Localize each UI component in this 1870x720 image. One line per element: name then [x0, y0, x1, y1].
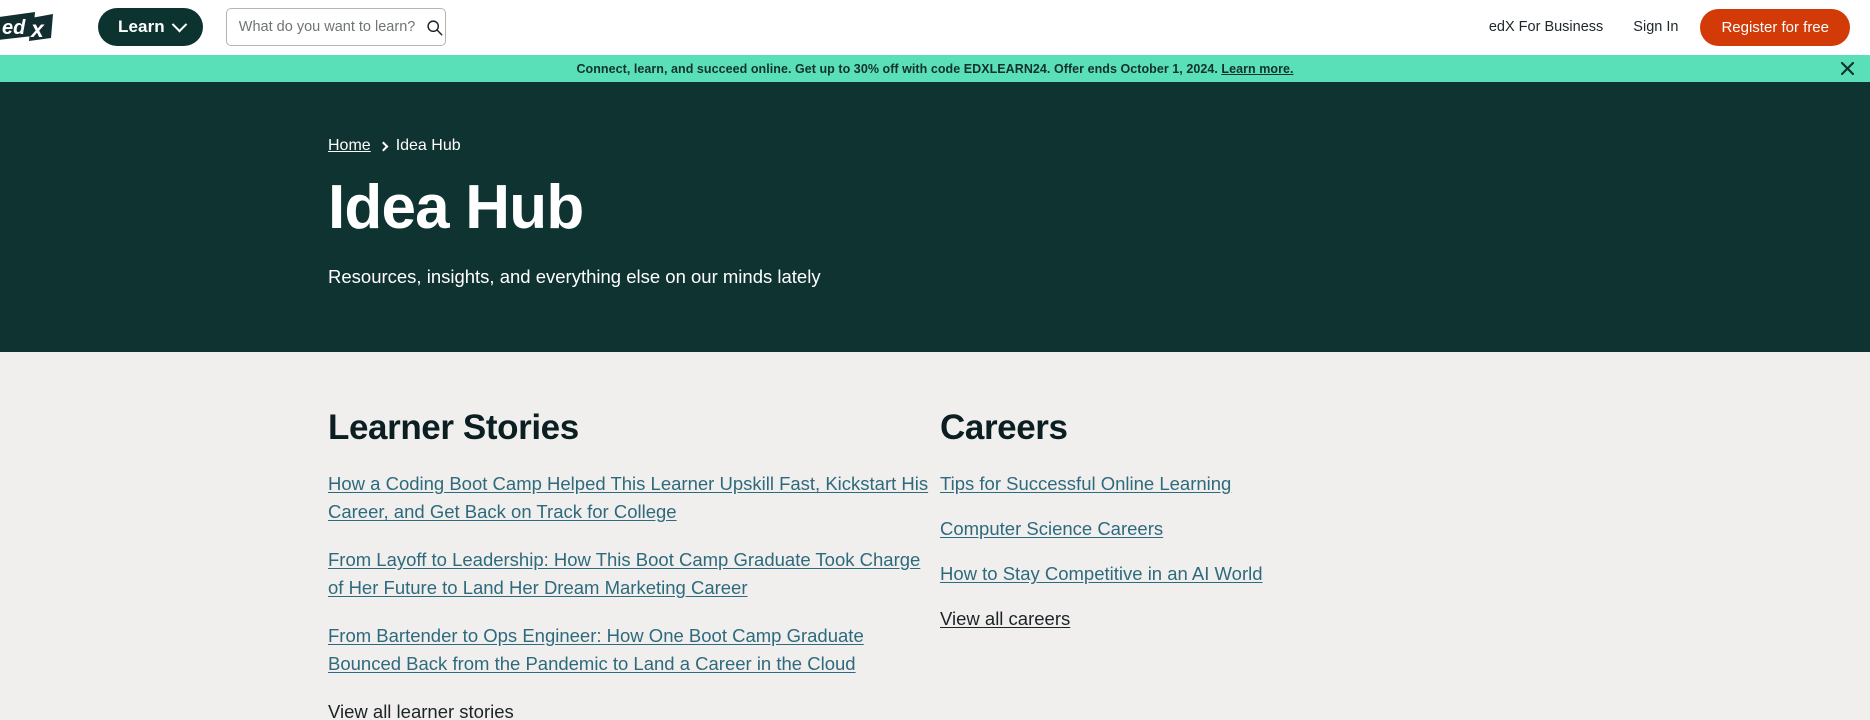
svg-text:x: x — [29, 16, 45, 42]
page-subtitle: Resources, insights, and everything else… — [328, 266, 821, 288]
learner-story-link-3[interactable]: From Bartender to Ops Engineer: How One … — [328, 625, 864, 674]
promo-banner-text: Connect, learn, and succeed online. Get … — [576, 62, 1293, 76]
learner-story-link-2[interactable]: From Layoff to Leadership: How This Boot… — [328, 549, 920, 598]
sign-in-link[interactable]: Sign In — [1633, 19, 1678, 35]
close-icon-glyph — [1840, 61, 1854, 76]
edx-logo-icon: ed x — [0, 12, 53, 42]
edx-logo[interactable]: ed x — [0, 7, 56, 47]
edx-for-business-link[interactable]: edX For Business — [1489, 19, 1603, 35]
learn-menu-button[interactable]: Learn — [98, 8, 203, 46]
search-box[interactable] — [225, 8, 446, 46]
register-for-free-button[interactable]: Register for free — [1700, 8, 1850, 46]
breadcrumb: Home Idea Hub — [328, 137, 1870, 155]
close-icon[interactable] — [1837, 59, 1857, 79]
learner-story-link-1[interactable]: How a Coding Boot Camp Helped This Learn… — [328, 473, 928, 522]
search-input[interactable] — [238, 19, 426, 35]
promo-learn-more-link[interactable]: Learn more. — [1221, 62, 1293, 76]
careers-list: Tips for Successful Online Learning Comp… — [940, 470, 1440, 633]
list-item: Tips for Successful Online Learning — [940, 470, 1440, 498]
section-title-learner-stories: Learner Stories — [328, 408, 579, 447]
list-item: View all learner stories — [328, 698, 940, 720]
list-item: How to Stay Competitive in an AI World — [940, 560, 1440, 588]
list-item: How a Coding Boot Camp Helped This Learn… — [328, 470, 940, 526]
career-link-1[interactable]: Tips for Successful Online Learning — [940, 473, 1231, 494]
view-all-careers-link[interactable]: View all careers — [940, 608, 1070, 629]
learn-menu-label: Learn — [118, 17, 165, 36]
list-item: From Layoff to Leadership: How This Boot… — [328, 546, 940, 602]
search-icon[interactable] — [426, 19, 443, 36]
learner-stories-list: How a Coding Boot Camp Helped This Learn… — [328, 470, 940, 720]
view-all-learner-stories-link[interactable]: View all learner stories — [328, 701, 514, 720]
section-learner-stories: Learner Stories How a Coding Boot Camp H… — [328, 408, 940, 720]
svg-text:ed: ed — [2, 17, 26, 39]
main-content: Learner Stories How a Coding Boot Camp H… — [0, 352, 1870, 720]
chevron-right-icon — [378, 141, 389, 151]
promo-message: Connect, learn, and succeed online. Get … — [576, 61, 1218, 76]
breadcrumb-current: Idea Hub — [395, 137, 461, 154]
list-item: View all careers — [940, 605, 1440, 633]
hero-section: Home Idea Hub Idea Hub Resources, insigh… — [0, 82, 1870, 352]
site-header: ed x Learn edX For Business Sign In Regi… — [0, 0, 1870, 55]
career-link-2[interactable]: Computer Science Careers — [940, 518, 1163, 539]
page-title: Idea Hub — [328, 173, 584, 242]
promo-banner: Connect, learn, and succeed online. Get … — [0, 55, 1870, 82]
section-careers: Careers Tips for Successful Online Learn… — [940, 408, 1440, 720]
career-link-3[interactable]: How to Stay Competitive in an AI World — [940, 563, 1263, 584]
breadcrumb-home-link[interactable]: Home — [328, 137, 371, 155]
section-title-careers: Careers — [940, 408, 1068, 447]
list-item: From Bartender to Ops Engineer: How One … — [328, 622, 940, 678]
chevron-down-icon — [171, 16, 188, 32]
list-item: Computer Science Careers — [940, 515, 1440, 543]
